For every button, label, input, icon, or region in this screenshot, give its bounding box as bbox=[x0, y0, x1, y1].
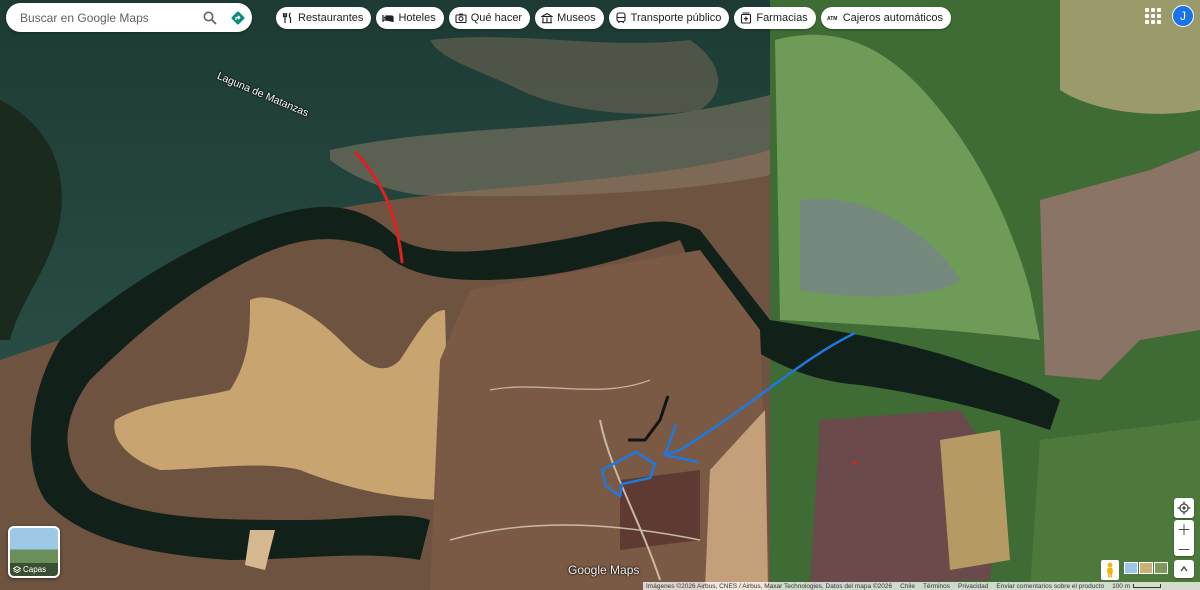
imagery-thumbnails[interactable] bbox=[1124, 562, 1168, 574]
layers-button[interactable]: Capas bbox=[8, 526, 60, 578]
svg-text:ATM: ATM bbox=[827, 16, 837, 22]
apps-grid-icon[interactable] bbox=[1145, 8, 1161, 24]
terms-link[interactable]: Términos bbox=[923, 583, 950, 590]
feedback-link[interactable]: Enviar comentarios sobre el producto bbox=[996, 583, 1104, 590]
search-box[interactable]: Buscar en Google Maps bbox=[6, 3, 252, 32]
location-icon bbox=[1177, 501, 1191, 515]
zoom-in-button[interactable]: ＋ bbox=[1177, 520, 1191, 540]
imagery-attribution: Imágenes ©2026 Airbus, CNES / Airbus, Ma… bbox=[646, 582, 893, 590]
chip-transporte-publico[interactable]: Transporte público bbox=[608, 7, 730, 29]
country-link[interactable]: Chile bbox=[900, 583, 915, 590]
transit-icon bbox=[616, 12, 626, 24]
expand-up-button[interactable] bbox=[1174, 560, 1194, 578]
google-maps-logo: Google Maps bbox=[568, 563, 640, 577]
scale-label: 100 m bbox=[1112, 582, 1131, 590]
chip-label: Hoteles bbox=[398, 12, 436, 24]
map-footer: Imágenes ©2026 Airbus, CNES / Airbus, Ma… bbox=[643, 582, 1200, 590]
pharmacy-icon bbox=[741, 12, 752, 24]
chip-restaurantes[interactable]: Restaurantes bbox=[276, 7, 372, 29]
hotel-icon bbox=[382, 15, 395, 22]
chip-label: Transporte público bbox=[630, 12, 722, 24]
atm-icon: ATM bbox=[827, 16, 837, 22]
chip-label: Farmacias bbox=[756, 12, 808, 24]
layers-label: Capas bbox=[23, 565, 47, 574]
chip-que-hacer[interactable]: Qué hacer bbox=[448, 7, 531, 29]
chip-farmacias[interactable]: Farmacias bbox=[734, 7, 816, 29]
satellite-map[interactable]: Laguna de Matanzas Google Maps bbox=[0, 0, 1200, 590]
chip-label: Qué hacer bbox=[470, 12, 523, 24]
zoom-out-button[interactable]: － bbox=[1177, 540, 1191, 560]
restaurant-icon bbox=[282, 12, 292, 23]
chip-hoteles[interactable]: Hoteles bbox=[376, 7, 444, 29]
layers-icon bbox=[13, 565, 21, 573]
scale-indicator[interactable]: 100 m bbox=[1112, 582, 1162, 590]
my-location-button[interactable] bbox=[1174, 498, 1194, 518]
zoom-controls: ＋ － bbox=[1174, 520, 1194, 558]
chip-cajeros[interactable]: ATM Cajeros automáticos bbox=[820, 7, 951, 29]
search-input[interactable]: Buscar en Google Maps bbox=[20, 11, 196, 25]
directions-icon[interactable] bbox=[224, 4, 252, 32]
chip-museos[interactable]: Museos bbox=[535, 7, 604, 29]
chevron-up-icon bbox=[1180, 565, 1188, 572]
museum-icon bbox=[541, 12, 554, 24]
red-marker-dot bbox=[853, 461, 857, 465]
category-chips: Restaurantes Hoteles Qué hacer Museos Tr… bbox=[276, 7, 951, 29]
account-avatar[interactable]: J bbox=[1172, 5, 1194, 27]
street-view-pegman-icon[interactable] bbox=[1101, 560, 1119, 580]
privacy-link[interactable]: Privacidad bbox=[958, 583, 988, 590]
search-icon[interactable] bbox=[196, 4, 224, 32]
chip-label: Restaurantes bbox=[298, 12, 364, 24]
satellite-imagery bbox=[0, 0, 1200, 590]
camera-icon bbox=[455, 13, 467, 24]
chip-label: Cajeros automáticos bbox=[842, 12, 943, 24]
chip-label: Museos bbox=[557, 12, 596, 24]
